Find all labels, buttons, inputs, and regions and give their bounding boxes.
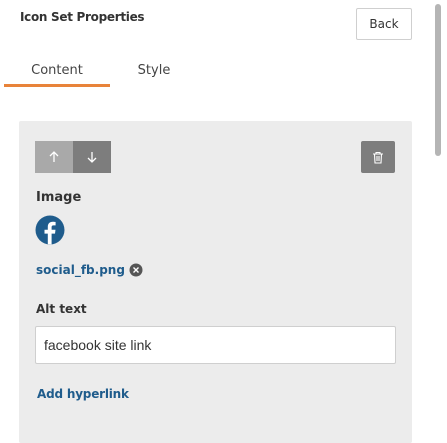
close-circle-icon[interactable]: [129, 263, 143, 277]
active-tab-indicator: [4, 84, 110, 87]
panel-title: Icon Set Properties: [20, 10, 145, 24]
trash-icon: [373, 151, 383, 164]
alt-text-label: Alt text: [36, 302, 87, 316]
back-button[interactable]: Back: [356, 8, 412, 40]
scrollbar-thumb[interactable]: [435, 4, 441, 156]
tab-content[interactable]: Content: [4, 52, 110, 88]
image-file-name[interactable]: social_fb.png: [36, 263, 125, 277]
delete-button[interactable]: [361, 141, 395, 173]
facebook-icon: [35, 215, 65, 245]
move-button-group: [35, 141, 111, 173]
add-hyperlink-link[interactable]: Add hyperlink: [37, 387, 129, 401]
tab-style[interactable]: Style: [116, 52, 192, 88]
image-label: Image: [36, 190, 82, 205]
arrow-down-icon: [87, 152, 97, 163]
move-up-button[interactable]: [35, 141, 73, 173]
alt-text-input[interactable]: [35, 326, 396, 364]
file-row: social_fb.png: [36, 263, 143, 277]
move-down-button[interactable]: [73, 141, 111, 173]
arrow-up-icon: [49, 151, 59, 162]
